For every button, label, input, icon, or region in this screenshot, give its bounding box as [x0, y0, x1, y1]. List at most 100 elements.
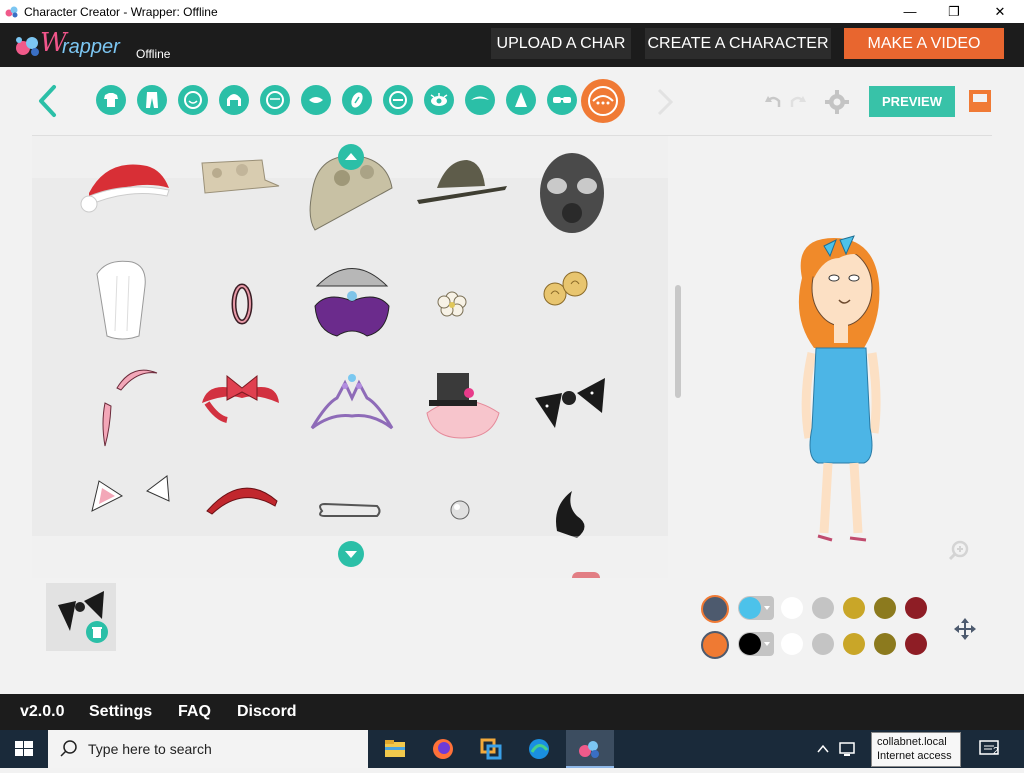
color-swatch-1-olive[interactable]	[874, 597, 896, 619]
network-tooltip: collabnet.local Internet access	[871, 732, 961, 767]
grid-item-chef-hat[interactable]	[77, 256, 187, 356]
grid-item-ranger-hat[interactable]	[407, 148, 517, 248]
scroll-down-button[interactable]	[338, 541, 364, 567]
tooltip-line-2: Internet access	[877, 750, 952, 762]
color-swatch-1-selected[interactable]	[701, 595, 729, 623]
back-arrow-icon[interactable]	[36, 83, 60, 119]
color-swatch-1-white[interactable]	[781, 597, 803, 619]
black-bow-icon	[535, 378, 605, 428]
eye-icon[interactable]	[424, 85, 454, 115]
shirt-icon[interactable]	[96, 85, 126, 115]
network-icon[interactable]	[838, 740, 856, 758]
masquerade-mask-icon	[314, 268, 390, 337]
grid-scrollbar[interactable]	[675, 285, 681, 398]
headwear-icon[interactable]	[581, 79, 625, 123]
color-swatch-1-gray[interactable]	[812, 597, 834, 619]
head-icon[interactable]	[260, 85, 290, 115]
undo-icon[interactable]	[764, 93, 782, 109]
grid-item-army-cap[interactable]	[187, 148, 297, 248]
create-character-button[interactable]: CREATE A CHARACTER	[645, 28, 831, 59]
pink-horns-icon	[102, 369, 158, 447]
ranger-hat-icon	[417, 160, 507, 204]
item-grid	[32, 136, 668, 578]
chevron-down-icon	[345, 551, 357, 558]
zoom-icon[interactable]	[948, 540, 970, 562]
grid-item-red-bow[interactable]	[187, 358, 297, 458]
tray-chevron-up-icon[interactable]	[816, 742, 830, 756]
color-swatch-2-selected[interactable]	[701, 631, 729, 659]
tiara-icon	[310, 374, 394, 430]
minimize-button[interactable]: —	[887, 0, 933, 23]
window-title: Character Creator - Wrapper: Offline	[24, 5, 218, 19]
save-icon[interactable]	[968, 89, 992, 113]
grid-item-hair-tie[interactable]	[187, 256, 297, 356]
grid-item-santa-hat[interactable]	[77, 148, 187, 248]
search-placeholder: Type here to search	[88, 741, 212, 757]
grid-item-flower-clip[interactable]	[407, 256, 517, 356]
scroll-up-button[interactable]	[338, 144, 364, 170]
grid-item-masquerade-mask[interactable]	[297, 256, 407, 356]
flower-clip-icon	[437, 291, 467, 317]
notifications-button[interactable]: 2	[978, 738, 1004, 760]
color-swatch-2-gold[interactable]	[843, 633, 865, 655]
tool-app-icon[interactable]	[468, 730, 514, 768]
accessory-icon[interactable]	[342, 85, 372, 115]
color-picker-2[interactable]	[738, 632, 774, 656]
close-button[interactable]: ✕	[977, 0, 1023, 23]
grid-item-mini-top-hat[interactable]	[407, 358, 517, 458]
selected-item-slot[interactable]	[46, 583, 116, 651]
category-toolbar: PREVIEW	[0, 67, 1024, 135]
firefox-icon[interactable]	[420, 730, 466, 768]
color-swatch-2-olive[interactable]	[874, 633, 896, 655]
face-icon[interactable]	[178, 85, 208, 115]
maximize-button[interactable]: ❐	[931, 0, 977, 23]
windows-start-icon[interactable]	[0, 730, 48, 768]
safety-pin-icon	[319, 502, 381, 517]
remove-item-button[interactable]	[86, 621, 108, 643]
color-swatch-1-maroon[interactable]	[905, 597, 927, 619]
hair-icon[interactable]	[219, 85, 249, 115]
eyebrows-icon[interactable]	[383, 85, 413, 115]
grid-item-black-bow[interactable]	[517, 358, 627, 458]
grid-item-bun-clips[interactable]	[517, 256, 627, 356]
red-bow-icon	[202, 374, 279, 423]
grid-item-tiara[interactable]	[297, 358, 407, 458]
color-swatch-2-maroon[interactable]	[905, 633, 927, 655]
wrapper-logo[interactable]: W rapper Offline	[14, 28, 184, 62]
grid-item-pink-horns[interactable]	[77, 358, 187, 458]
mouth-icon[interactable]	[301, 85, 331, 115]
brow-shape-icon[interactable]	[465, 85, 495, 115]
color-swatch-2-gray[interactable]	[812, 633, 834, 655]
color-picker-1[interactable]	[738, 596, 774, 620]
faq-link[interactable]: FAQ	[178, 703, 211, 721]
bun-clips-icon	[543, 271, 588, 306]
army-cap-icon	[201, 159, 280, 194]
gear-icon[interactable]	[825, 90, 849, 114]
make-video-button[interactable]: MAKE A VIDEO	[844, 28, 1004, 59]
redo-icon[interactable]	[789, 93, 807, 109]
hair-tie-icon	[231, 283, 253, 325]
wrapper-offline-taskbar-icon[interactable]	[566, 730, 614, 768]
color-swatch-1-gold[interactable]	[843, 597, 865, 619]
glasses-icon[interactable]	[547, 85, 577, 115]
taskbar-search[interactable]: Type here to search	[48, 730, 368, 768]
pants-icon[interactable]	[137, 85, 167, 115]
settings-link[interactable]: Settings	[89, 703, 152, 721]
file-explorer-icon[interactable]	[372, 730, 418, 768]
logo-offline: Offline	[136, 47, 171, 61]
preview-button[interactable]: PREVIEW	[869, 86, 955, 117]
mini-top-hat-icon	[426, 373, 500, 439]
red-headband-icon	[206, 487, 278, 515]
color-swatch-2-white[interactable]	[781, 633, 803, 655]
next-category-icon[interactable]	[654, 87, 676, 117]
move-icon[interactable]	[953, 617, 977, 641]
trash-icon	[92, 627, 102, 638]
chef-hat-icon	[96, 260, 146, 340]
edge-icon[interactable]	[516, 730, 562, 768]
character-stage	[684, 136, 992, 576]
nose-icon[interactable]	[506, 85, 536, 115]
notification-count: 2	[993, 746, 999, 757]
discord-link[interactable]: Discord	[237, 703, 297, 721]
upload-char-button[interactable]: UPLOAD A CHAR	[491, 28, 631, 59]
grid-item-gas-mask[interactable]	[517, 148, 627, 248]
